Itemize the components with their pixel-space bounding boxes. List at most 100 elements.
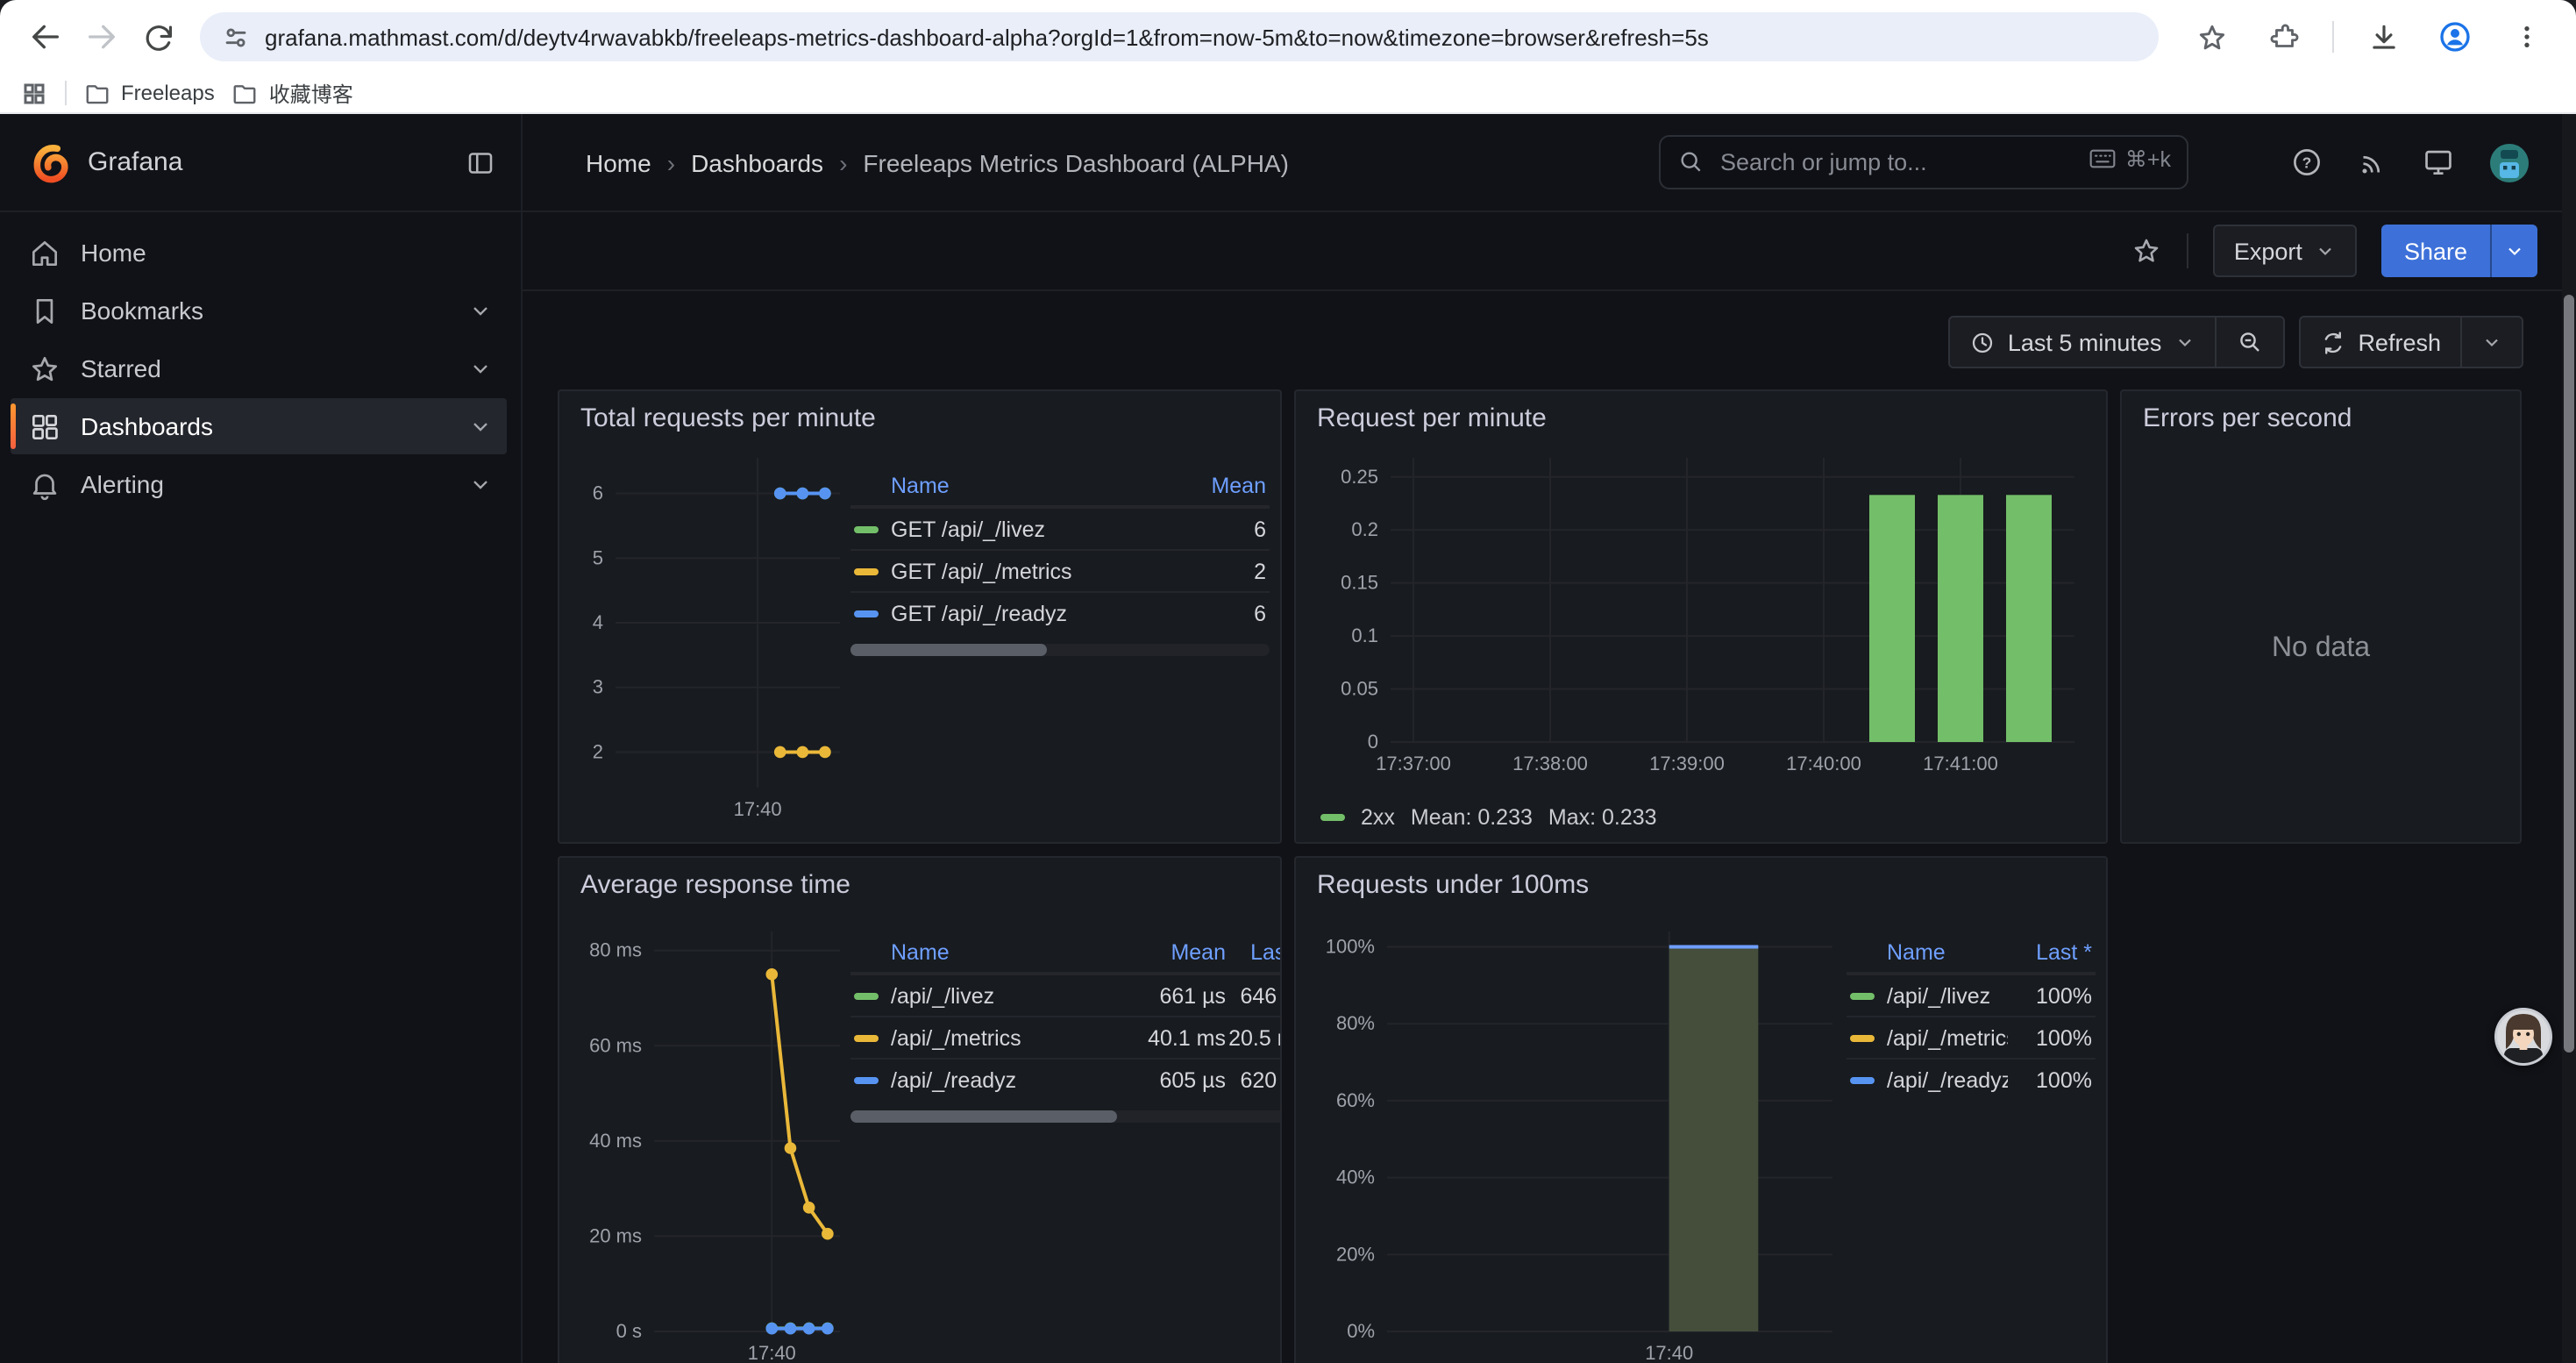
legend-row[interactable]: /api/_/readyz605 µs620 µs xyxy=(850,1058,1282,1100)
sidebar-item-dashboards[interactable]: Dashboards xyxy=(11,398,507,454)
sidebar-item-starred[interactable]: Starred xyxy=(11,340,507,396)
search-shortcut-keys: ⌘+k xyxy=(2125,146,2171,172)
legend-series-name[interactable]: 2xx xyxy=(1361,805,1395,830)
bookmark-folder-freeleaps[interactable]: Freeleaps xyxy=(84,80,215,106)
bell-icon xyxy=(28,467,61,501)
legend-row[interactable]: /api/_/readyz100% xyxy=(1847,1058,2096,1100)
sidebar-item-alerting[interactable]: Alerting xyxy=(11,456,507,512)
legend-row[interactable]: /api/_/metrics40.1 ms20.5 ms xyxy=(850,1016,1282,1058)
legend-row[interactable]: GET /api/_/readyz6 xyxy=(850,591,1270,633)
panel-title[interactable]: Errors per second xyxy=(2143,403,2352,433)
bar-chart[interactable]: 17:40100%80%60%40%20%0% xyxy=(1310,917,1839,1363)
page-scrollbar[interactable] xyxy=(2562,114,2576,1363)
legend-series-name: GET /api/_/metrics xyxy=(891,559,1189,583)
chart-svg: 17:37:0017:38:0017:39:0017:40:0017:41:00… xyxy=(1310,444,2081,788)
legend-scrollbar[interactable] xyxy=(850,644,1270,656)
svg-text:5: 5 xyxy=(593,546,603,568)
back-button[interactable] xyxy=(18,9,74,65)
panel-title[interactable]: Request per minute xyxy=(1317,403,1547,433)
panel-total-requests[interactable]: Total requests per minute 17:4065432 Nam… xyxy=(558,389,1282,844)
main-area: Export Share xyxy=(523,212,2576,1363)
news-rss-icon[interactable] xyxy=(2357,146,2388,178)
browser-menu-button[interactable] xyxy=(2499,9,2555,65)
apps-grid-icon[interactable] xyxy=(21,80,47,106)
reload-button[interactable] xyxy=(130,9,186,65)
svg-text:80%: 80% xyxy=(1336,1012,1375,1034)
svg-text:0.05: 0.05 xyxy=(1341,678,1378,700)
svg-text:6: 6 xyxy=(593,482,603,504)
bar-chart[interactable]: 17:37:0017:38:0017:39:0017:40:0017:41:00… xyxy=(1310,444,2081,788)
svg-text:60 ms: 60 ms xyxy=(589,1034,642,1056)
bookmark-folder-label: Freeleaps xyxy=(121,81,215,105)
site-settings-icon[interactable] xyxy=(221,22,251,52)
reload-icon xyxy=(141,20,174,54)
zoom-out-time-button[interactable] xyxy=(2216,318,2282,367)
share-button-main[interactable]: Share xyxy=(2381,225,2490,277)
share-button[interactable]: Share xyxy=(2381,225,2537,277)
chevron-down-icon[interactable] xyxy=(468,356,493,381)
svg-text:?: ? xyxy=(2302,153,2312,171)
legend-row[interactable]: GET /api/_/livez6 xyxy=(850,507,1270,549)
legend-stat[interactable]: 2xxMean: 0.233Max: 0.233 xyxy=(1320,805,1657,830)
breadcrumb-separator: › xyxy=(667,148,675,176)
svg-text:17:37:00: 17:37:00 xyxy=(1376,753,1451,774)
refresh-interval-button[interactable] xyxy=(2462,318,2522,367)
series-color-chip xyxy=(854,525,879,532)
extensions-button[interactable] xyxy=(2255,9,2311,65)
chevron-down-icon xyxy=(2481,332,2502,353)
sidebar-item-home[interactable]: Home xyxy=(11,225,507,281)
monitor-icon[interactable] xyxy=(2422,146,2455,179)
legend-series-name: /api/_/readyz xyxy=(891,1067,1128,1092)
puzzle-icon xyxy=(2267,21,2299,53)
url-text[interactable]: grafana.mathmast.com/d/deytv4rwavabkb/fr… xyxy=(265,24,1709,50)
breadcrumb-separator: › xyxy=(839,148,847,176)
grafana-logo[interactable] xyxy=(28,140,72,184)
bookmark-folder-blogs[interactable]: 收藏博客 xyxy=(232,78,353,108)
legend-scrollbar[interactable] xyxy=(850,1110,1282,1123)
legend-series-name: /api/_/metrics xyxy=(891,1025,1128,1050)
sidebar-toggle-icon[interactable] xyxy=(465,146,496,178)
panel-requests-under-100ms[interactable]: Requests under 100ms 17:40100%80%60%40%2… xyxy=(1294,856,2108,1363)
legend-row[interactable]: /api/_/metrics100% xyxy=(1847,1016,2096,1058)
panel-title[interactable]: Average response time xyxy=(580,870,850,900)
legend-row[interactable]: /api/_/livez100% xyxy=(1847,974,2096,1016)
search-box[interactable]: ⌘+k xyxy=(1659,135,2188,189)
floating-assistant-avatar[interactable] xyxy=(2494,1007,2553,1067)
subheader-divider xyxy=(2187,233,2188,268)
url-bar[interactable]: grafana.mathmast.com/d/deytv4rwavabkb/fr… xyxy=(200,12,2159,61)
timeseries-chart[interactable]: 17:4065432 xyxy=(570,444,847,833)
chevron-down-icon[interactable] xyxy=(468,472,493,496)
timeseries-chart[interactable]: 17:4080 ms60 ms40 ms20 ms0 s xyxy=(570,917,847,1363)
legend-series-name: /api/_/livez xyxy=(891,983,1128,1008)
series-color-chip xyxy=(1850,1076,1875,1083)
forward-button[interactable] xyxy=(74,9,130,65)
svg-text:17:40:00: 17:40:00 xyxy=(1786,753,1861,774)
time-controls: Last 5 minutes Refresh xyxy=(1948,316,2523,368)
panel-request-per-minute[interactable]: Request per minute 17:37:0017:38:0017:39… xyxy=(1294,389,2108,844)
chevron-down-icon[interactable] xyxy=(468,414,493,439)
bookmark-page-button[interactable] xyxy=(2183,9,2239,65)
sidebar-item-bookmarks[interactable]: Bookmarks xyxy=(11,282,507,339)
svg-text:40 ms: 40 ms xyxy=(589,1130,642,1152)
legend-row[interactable]: /api/_/livez661 µs646 µs xyxy=(850,974,1282,1016)
downloads-button[interactable] xyxy=(2355,9,2411,65)
series-color-chip xyxy=(1850,992,1875,999)
user-avatar[interactable] xyxy=(2488,141,2530,183)
scrollbar-thumb[interactable] xyxy=(2564,295,2574,1053)
chevron-down-icon[interactable] xyxy=(468,298,493,323)
time-range-picker[interactable]: Last 5 minutes xyxy=(1950,318,2215,367)
favorite-star-icon[interactable] xyxy=(2131,235,2162,267)
panel-average-response-time[interactable]: Average response time 17:4080 ms60 ms40 … xyxy=(558,856,1282,1363)
panel-errors-per-second[interactable]: Errors per second No data xyxy=(2120,389,2522,844)
share-button-menu[interactable] xyxy=(2490,225,2537,277)
legend-row[interactable]: GET /api/_/metrics2 xyxy=(850,549,1270,591)
panel-title[interactable]: Total requests per minute xyxy=(580,403,876,433)
export-button[interactable]: Export xyxy=(2213,225,2357,277)
refresh-button[interactable]: Refresh xyxy=(2300,318,2460,367)
help-icon[interactable]: ? xyxy=(2290,146,2323,179)
kebab-menu-icon xyxy=(2513,23,2541,51)
breadcrumb-dashboards[interactable]: Dashboards xyxy=(691,148,823,176)
profile-button[interactable] xyxy=(2427,9,2483,65)
panel-title[interactable]: Requests under 100ms xyxy=(1317,870,1589,900)
breadcrumb-home[interactable]: Home xyxy=(586,148,651,176)
